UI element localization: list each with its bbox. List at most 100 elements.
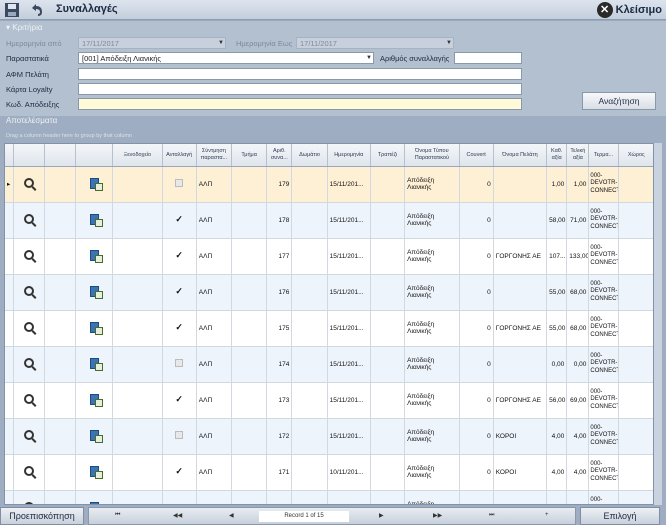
total-value-cell: 68,00 — [566, 274, 590, 311]
terminal-cell: 000-DEVOTR-CONNECTOR — [588, 346, 619, 383]
close-button[interactable]: ✕ Κλείσιμο — [596, 1, 662, 19]
exchange-checkbox[interactable]: ✓ — [175, 215, 183, 224]
first-record-icon[interactable]: ⏮ — [115, 512, 120, 519]
table-row[interactable]: ✓ ΑΛΠ 178 15/11/201... Απόδειξη Λιανικής 0 58,… — [5, 202, 653, 239]
document-icon[interactable] — [89, 321, 103, 335]
grid-header-row: Ξενοδοχείο Ανταλλαγή Σύντμηση παραστα... Τμ… — [5, 144, 653, 167]
exchange-checkbox[interactable]: ✓ — [175, 467, 183, 476]
column-header[interactable]: Χώρος — [618, 144, 653, 167]
document-icon[interactable] — [89, 393, 103, 407]
doc-type-select[interactable]: [001] Απόδειξη Λιανικής ▼ — [78, 52, 374, 64]
empty-cell — [44, 490, 76, 504]
magnifier-icon[interactable] — [23, 466, 34, 476]
document-icon[interactable] — [89, 429, 103, 443]
exchange-checkbox[interactable]: ✓ — [175, 323, 183, 332]
trans-no-input[interactable] — [454, 52, 522, 64]
afm-input[interactable] — [78, 68, 522, 80]
table-row[interactable]: ▸ ΑΛΠ 179 15/11/201... Απόδειξη Λιανικής 0 1,0… — [5, 166, 653, 203]
save-icon[interactable] — [4, 2, 20, 18]
table-row[interactable]: ✓ ΑΛΠ 177 15/11/201... Απόδειξη Λιανικής 0 ΓΟΡ… — [5, 238, 653, 275]
terminal-cell: 000-DEVOTR-CONNECTOR — [588, 310, 619, 347]
table-row[interactable]: ✓ΑΛΠ 170 09/11/201... Απόδειξη Λιανικής0ΚΟΡ… — [5, 490, 653, 504]
magnifier-icon[interactable] — [23, 286, 34, 296]
view-cell — [13, 382, 45, 419]
table-row[interactable]: ✓ ΑΛΠ 171 10/11/201... Απόδειξη Λιανικής 0 ΚΟΡ… — [5, 454, 653, 491]
add-record-icon[interactable]: + — [545, 512, 549, 518]
column-header[interactable] — [75, 144, 114, 167]
undo-icon[interactable] — [28, 2, 44, 18]
magnifier-icon[interactable] — [23, 322, 34, 332]
magnifier-icon[interactable] — [23, 214, 34, 224]
exchange-cell: ✓ — [162, 202, 197, 239]
table-cell — [370, 166, 406, 203]
department-cell — [231, 310, 268, 347]
magnifier-icon[interactable] — [23, 430, 34, 440]
column-header[interactable]: Couvert — [459, 144, 494, 167]
magnifier-icon[interactable] — [23, 178, 34, 188]
receipt-code-input[interactable] — [78, 98, 522, 110]
column-header[interactable]: Όνομα Τύπου Παραστατικού — [404, 144, 460, 167]
table-row[interactable]: ΑΛΠ 172 15/11/201... Απόδειξη Λιανικής 0 ΚΟΡΟ… — [5, 418, 653, 455]
next-record-icon[interactable]: ▶ — [379, 512, 384, 519]
column-header[interactable] — [5, 144, 14, 167]
document-icon[interactable] — [89, 285, 103, 299]
empty-cell — [44, 454, 76, 491]
column-header[interactable]: Τερμα... — [588, 144, 619, 167]
column-header[interactable]: Τελική αξία — [566, 144, 590, 167]
column-header[interactable]: Αριθ. συνα... — [266, 144, 293, 167]
table-row[interactable]: ✓ ΑΛΠ 176 15/11/201... Απόδειξη Λιανικής 0 55,… — [5, 274, 653, 311]
area-cell — [618, 238, 653, 275]
preview-button[interactable]: Προεπισκόπηση — [0, 507, 84, 525]
column-header[interactable]: Καθ. αξία — [546, 144, 568, 167]
column-header[interactable]: Σύντμηση παραστα... — [196, 144, 233, 167]
doc-type-cell: Απόδειξη Λιανικής — [404, 310, 460, 347]
column-header[interactable] — [13, 144, 45, 167]
document-icon[interactable] — [89, 177, 103, 191]
prev-record-icon[interactable]: ◀ — [229, 512, 234, 519]
exchange-checkbox[interactable] — [175, 179, 184, 187]
magnifier-icon[interactable] — [23, 358, 34, 368]
column-header[interactable]: Ξενοδοχείο — [112, 144, 163, 167]
table-cell — [370, 418, 406, 455]
column-header[interactable]: Όνομα Πελάτη — [493, 144, 548, 167]
results-grid[interactable]: Ξενοδοχείο Ανταλλαγή Σύντμηση παραστα... Τμ… — [4, 143, 654, 505]
table-row[interactable]: ✓ ΑΛΠ 175 15/11/201... Απόδειξη Λιανικής 0 ΓΟΡ… — [5, 310, 653, 347]
couvert-cell: 0 — [459, 490, 494, 504]
document-icon[interactable] — [89, 357, 103, 371]
exchange-checkbox[interactable] — [175, 431, 184, 439]
magnifier-icon[interactable] — [23, 394, 34, 404]
vertical-scrollbar[interactable] — [654, 143, 662, 505]
column-header[interactable]: Δωμάτιο — [291, 144, 328, 167]
row-indicator — [5, 382, 14, 419]
search-button[interactable]: Αναζήτηση — [582, 92, 656, 110]
column-header[interactable]: Ανταλλαγή — [162, 144, 197, 167]
total-value-cell: 68,00 — [566, 310, 590, 347]
column-header[interactable]: Ημερομηνία — [327, 144, 371, 167]
select-button[interactable]: Επιλογή — [580, 507, 660, 525]
document-icon[interactable] — [89, 213, 103, 227]
last-record-icon[interactable]: ⏭ — [489, 512, 494, 519]
exchange-checkbox[interactable]: ✓ — [175, 251, 183, 260]
magnifier-icon[interactable] — [23, 250, 34, 260]
table-row[interactable]: ✓ ΑΛΠ 173 15/11/201... Απόδειξη Λιανικής 0 ΓΟΡ… — [5, 382, 653, 419]
column-header[interactable]: Τραπέζι — [370, 144, 406, 167]
doc-type-cell: Απόδειξη Λιανικής — [404, 418, 460, 455]
document-icon[interactable] — [89, 249, 103, 263]
criteria-header[interactable]: ▾ Κριτήρια — [6, 23, 42, 32]
room-cell — [291, 490, 328, 504]
exchange-checkbox[interactable] — [175, 359, 184, 367]
exchange-cell: ✓ — [162, 274, 197, 311]
table-row[interactable]: ΑΛΠ 174 15/11/201... Απόδειξη Λιανικής 0 0,00… — [5, 346, 653, 383]
column-header[interactable] — [44, 144, 76, 167]
exchange-checkbox[interactable]: ✓ — [175, 287, 183, 296]
abbr-cell: ΑΛΠ — [196, 490, 233, 504]
doc-cell — [75, 166, 114, 203]
column-header[interactable]: Τμήμα — [231, 144, 268, 167]
department-cell — [231, 418, 268, 455]
number-cell: 179 — [266, 166, 293, 203]
document-icon[interactable] — [89, 465, 103, 479]
exchange-checkbox[interactable]: ✓ — [175, 395, 183, 404]
prev-page-icon[interactable]: ◀◀ — [173, 512, 182, 519]
next-page-icon[interactable]: ▶▶ — [433, 512, 442, 519]
loyalty-input[interactable] — [78, 83, 522, 95]
